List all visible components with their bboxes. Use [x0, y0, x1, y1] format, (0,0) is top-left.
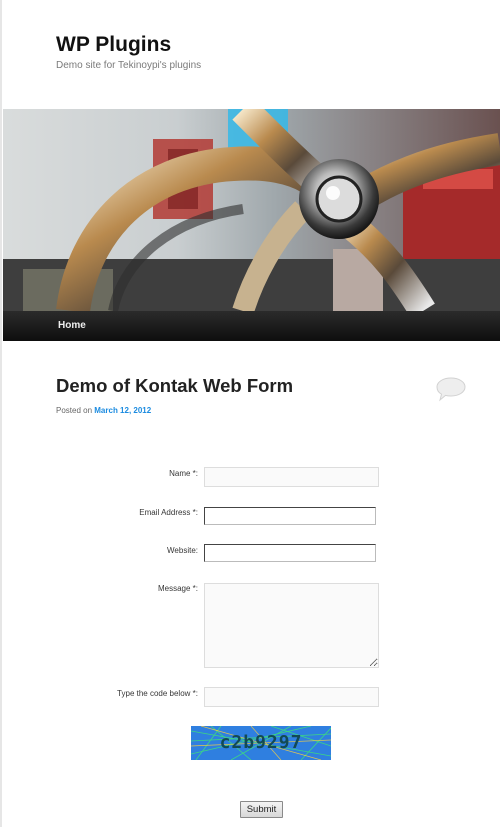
name-field[interactable] — [204, 467, 379, 487]
website-label: Website: — [167, 546, 198, 555]
header-banner-image — [3, 109, 500, 311]
post-meta: Posted on March 12, 2012 — [56, 406, 151, 415]
email-field[interactable] — [204, 507, 376, 525]
captcha-code-label: Type the code below *: — [117, 689, 198, 698]
email-label: Email Address *: — [139, 508, 198, 517]
page-left-border — [0, 0, 2, 827]
nav-item-home[interactable]: Home — [58, 320, 86, 331]
website-field[interactable] — [204, 544, 376, 562]
speech-bubble-icon[interactable] — [435, 376, 467, 402]
message-label: Message *: — [157, 584, 198, 593]
name-label: Name *: — [169, 469, 198, 478]
captcha-code-field[interactable] — [204, 687, 379, 707]
main-navigation: Home — [3, 311, 500, 341]
post-date-link[interactable]: March 12, 2012 — [94, 406, 151, 415]
posted-on-label: Posted on — [56, 406, 93, 415]
message-textarea[interactable] — [204, 583, 379, 668]
captcha-image: c2b9297 — [191, 726, 331, 760]
site-title[interactable]: WP Plugins — [56, 33, 171, 57]
submit-button[interactable]: Submit — [240, 801, 283, 818]
captcha-code-text: c2b9297 — [219, 732, 303, 753]
site-description: Demo site for Tekinoypi's plugins — [56, 60, 202, 71]
post-title[interactable]: Demo of Kontak Web Form — [56, 375, 293, 397]
